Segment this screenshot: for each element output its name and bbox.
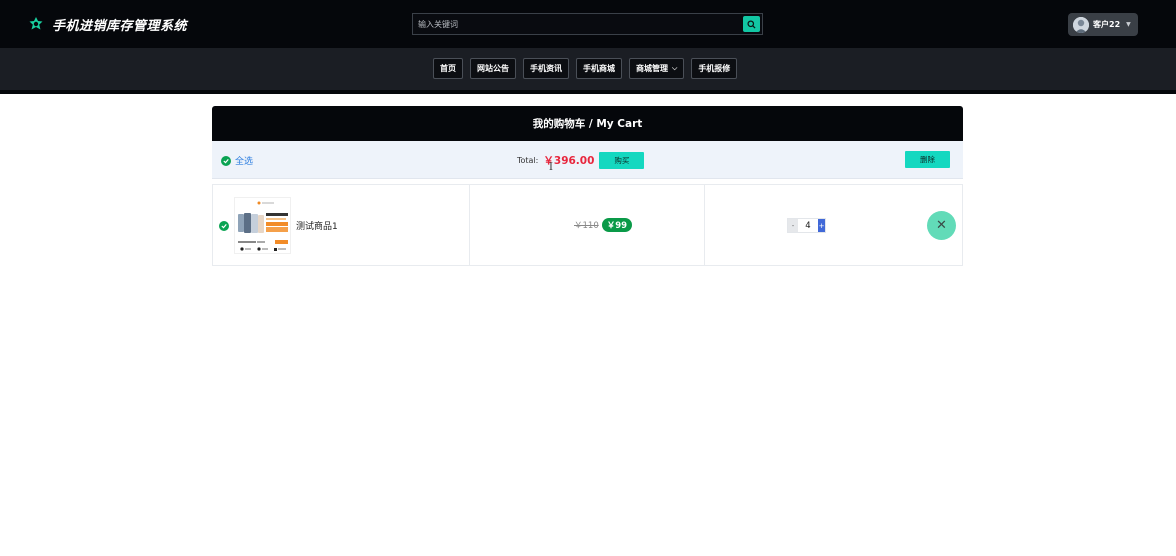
quantity-increase-button[interactable]: + (818, 219, 825, 232)
sale-price-badge: ￥99 (601, 218, 633, 232)
user-name: 客户22 (1093, 20, 1121, 29)
check-circle-icon[interactable] (221, 155, 231, 166)
cart-total: Total: ￥396.00 购买 (517, 152, 645, 169)
search-icon (747, 19, 756, 29)
product-cell: 测试商品1 (213, 185, 470, 265)
check-circle-icon[interactable] (219, 221, 229, 231)
buy-button[interactable]: 购买 (599, 152, 645, 169)
nav-item-label: 手机报修 (698, 64, 731, 73)
nav-divider (0, 90, 1176, 94)
brand[interactable]: 手机进销库存管理系统 (28, 14, 187, 34)
cart-toolbar: 全选 Total: ￥396.00 购买 删除 (212, 141, 963, 179)
search-button[interactable] (743, 16, 760, 32)
nav-item-announcements[interactable]: 网站公告 (470, 58, 516, 79)
nav-item-label: 首页 (440, 64, 456, 73)
chevron-down-icon: ▼ (1126, 21, 1131, 28)
quantity-stepper: - 4 + (787, 218, 826, 233)
user-menu[interactable]: 客户22 ▼ (1068, 13, 1138, 36)
nav-item-home[interactable]: 首页 (433, 58, 463, 79)
nav-item-label: 手机资讯 (530, 64, 562, 73)
close-icon: ✕ (936, 218, 947, 233)
cart-item-row: 测试商品1 ￥110 ￥99 - 4 + ✕ (212, 184, 963, 266)
nav-item-mall-management[interactable]: 商城管理 ⌵ (629, 58, 685, 79)
cart-heading: 我的购物车 / My Cart (212, 106, 963, 141)
price-group: ￥110 ￥99 (574, 218, 633, 232)
quantity-value[interactable]: 4 (798, 219, 818, 232)
chevron-down-icon: ⌵ (672, 64, 678, 72)
remove-item-button[interactable]: ✕ (927, 211, 956, 240)
main-nav: 首页 网站公告 手机资讯 手机商城 商城管理 ⌵ 手机报修 (433, 58, 738, 79)
quantity-cell: - 4 + ✕ (705, 185, 962, 265)
nav-item-repair[interactable]: 手机报修 (691, 58, 738, 79)
total-label: Total: (517, 156, 539, 165)
original-price: ￥110 (574, 221, 599, 231)
text-cursor-icon: I (549, 162, 553, 173)
phone-product-image (235, 198, 290, 253)
nav-item-label: 网站公告 (477, 64, 509, 73)
nav-item-label: 手机商城 (583, 64, 615, 73)
search-input[interactable] (413, 14, 741, 34)
product-thumbnail[interactable] (234, 197, 291, 254)
app-title: 手机进销库存管理系统 (52, 18, 188, 34)
nav-item-mall[interactable]: 手机商城 (576, 58, 622, 79)
top-header: 手机进销库存管理系统 客户22 ▼ (0, 0, 1176, 48)
leaf-logo-icon (29, 17, 43, 30)
price-cell: ￥110 ￥99 (470, 185, 705, 265)
product-name[interactable]: 测试商品1 (296, 219, 338, 232)
avatar (1073, 16, 1089, 33)
select-all-label: 全选 (235, 157, 254, 167)
delete-button[interactable]: 删除 (905, 151, 950, 168)
select-all[interactable]: 全选 (221, 154, 253, 167)
nav-item-label: 商城管理 (636, 64, 668, 73)
search-box (412, 13, 763, 35)
nav-item-news[interactable]: 手机资讯 (523, 58, 569, 79)
quantity-decrease-button[interactable]: - (788, 219, 798, 232)
